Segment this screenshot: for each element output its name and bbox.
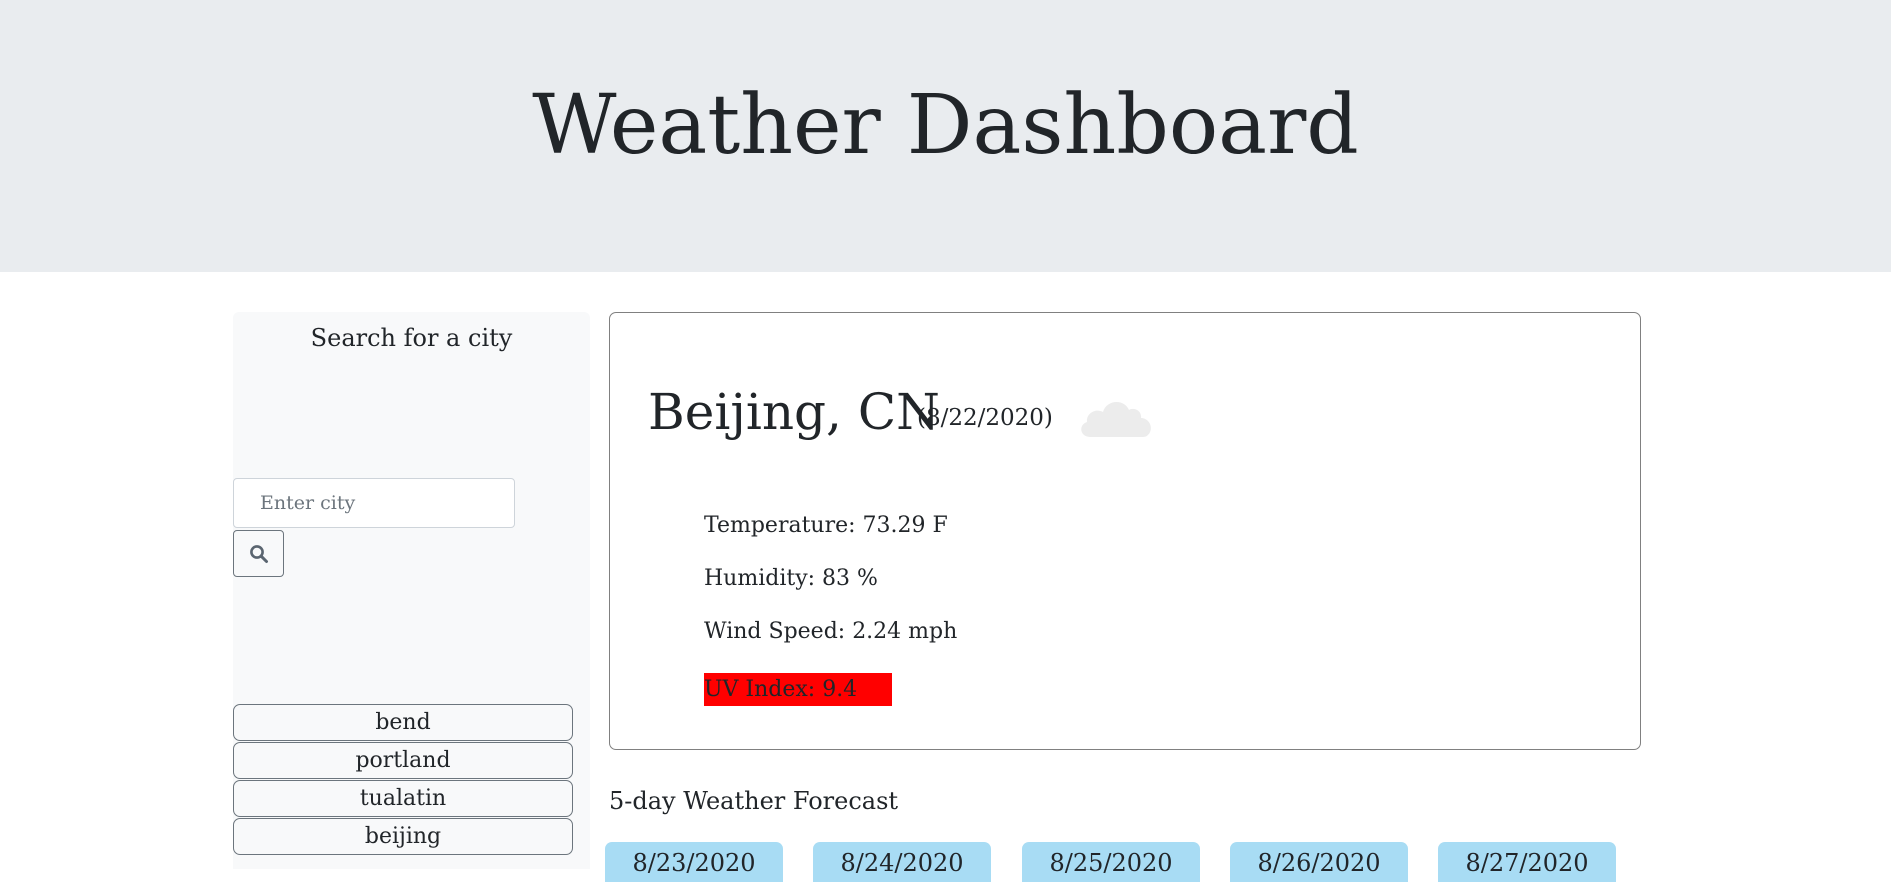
current-date: (8/22/2020) <box>917 405 1053 431</box>
header-jumbotron: Weather Dashboard <box>0 0 1891 272</box>
search-history-list: bend portland tualatin beijing <box>233 704 573 856</box>
forecast-date: 8/24/2020 <box>840 849 964 877</box>
history-city-button[interactable]: bend <box>233 704 573 741</box>
search-button[interactable] <box>233 530 284 577</box>
page-title: Weather Dashboard <box>532 78 1359 173</box>
history-city-button[interactable]: portland <box>233 742 573 779</box>
forecast-date: 8/25/2020 <box>1049 849 1173 877</box>
forecast-day-card: 8/24/2020 <box>813 842 991 882</box>
current-weather-card: Beijing, CN (8/22/2020) Temperature: 73.… <box>609 312 1641 750</box>
humidity-text: Humidity: 83 % <box>704 566 878 591</box>
forecast-day-card: 8/25/2020 <box>1022 842 1200 882</box>
search-sidebar: Search for a city bend portland tualatin… <box>233 312 590 869</box>
forecast-title: 5-day Weather Forecast <box>609 787 899 815</box>
history-city-button[interactable]: beijing <box>233 818 573 855</box>
forecast-cards: 8/23/2020 8/24/2020 8/25/2020 8/26/2020 … <box>605 842 1645 882</box>
search-icon <box>250 545 268 563</box>
forecast-date: 8/23/2020 <box>632 849 756 877</box>
sidebar-title: Search for a city <box>310 324 513 352</box>
forecast-day-card: 8/27/2020 <box>1438 842 1616 882</box>
city-name: Beijing, CN <box>648 383 940 441</box>
forecast-day-card: 8/23/2020 <box>605 842 783 882</box>
forecast-date: 8/26/2020 <box>1257 849 1381 877</box>
history-city-button[interactable]: tualatin <box>233 780 573 817</box>
uv-index-badge: UV Index: 9.4 <box>704 673 892 706</box>
temperature-text: Temperature: 73.29 F <box>704 513 948 538</box>
city-search-input[interactable] <box>233 478 515 528</box>
cloud-icon <box>1081 401 1151 437</box>
wind-speed-text: Wind Speed: 2.24 mph <box>704 619 958 644</box>
forecast-date: 8/27/2020 <box>1465 849 1589 877</box>
forecast-day-card: 8/26/2020 <box>1230 842 1408 882</box>
